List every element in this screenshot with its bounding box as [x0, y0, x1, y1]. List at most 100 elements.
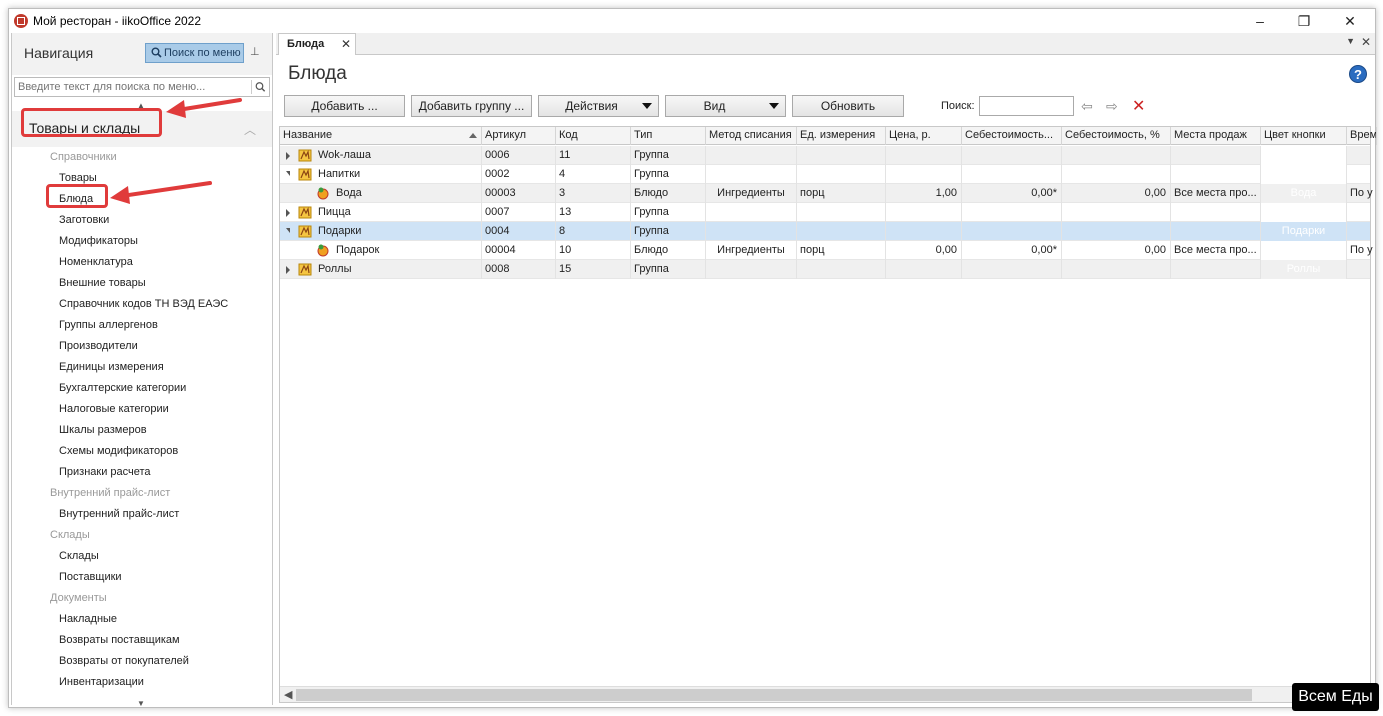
- nav-item[interactable]: Инвентаризации: [59, 676, 144, 688]
- column-header[interactable]: Название: [280, 127, 482, 145]
- group-folder-icon: [298, 168, 312, 181]
- table-row[interactable]: Пицца 0007 13 Группа: [280, 203, 1377, 222]
- cell-cost: [962, 165, 1062, 184]
- name-text: Подарок: [336, 244, 380, 256]
- nav-group-label: Склады: [50, 529, 90, 541]
- column-header[interactable]: Цвет кнопки: [1261, 127, 1347, 145]
- column-header[interactable]: Врем: [1347, 127, 1377, 145]
- tab-close-icon[interactable]: ✕: [341, 37, 351, 51]
- nav-item[interactable]: Внутренний прайс-лист: [59, 508, 179, 520]
- search-input[interactable]: [979, 96, 1074, 116]
- nav-item[interactable]: Схемы модификаторов: [59, 445, 178, 457]
- tab-dishes[interactable]: Блюда ✕: [278, 33, 356, 55]
- close-tab-icon[interactable]: ✕: [1361, 35, 1371, 49]
- nav-item[interactable]: Накладные: [59, 613, 117, 625]
- cell-cost_pct: [1062, 203, 1171, 222]
- minimize-button[interactable]: –: [1245, 11, 1275, 31]
- cell-time: [1347, 260, 1377, 279]
- column-header[interactable]: Цена, р.: [886, 127, 962, 145]
- previous-arrow-icon[interactable]: ⇦: [1081, 98, 1093, 115]
- cell-cost_pct: [1062, 146, 1171, 165]
- maximize-button[interactable]: ❐: [1289, 11, 1319, 31]
- table-row[interactable]: Вода 00003 3 Блюдо Ингредиенты порц 1,00 0,00* 0…: [280, 184, 1377, 203]
- nav-item[interactable]: Модификаторы: [59, 235, 138, 247]
- cell-code: 11: [556, 146, 631, 165]
- cell-code: 15: [556, 260, 631, 279]
- table-row[interactable]: Напитки 0002 4 Группа: [280, 165, 1377, 184]
- nav-item[interactable]: Налоговые категории: [59, 403, 169, 415]
- nav-item[interactable]: Номенклатура: [59, 256, 133, 268]
- scroll-left-icon[interactable]: ◀: [284, 688, 292, 701]
- cell-article: 00004: [482, 241, 556, 260]
- next-arrow-icon[interactable]: ⇨: [1106, 98, 1118, 115]
- title-bar: Мой ресторан - iikoOffice 2022 – ❐ ✕: [9, 9, 1375, 33]
- column-header-label: Тип: [634, 129, 653, 141]
- column-header[interactable]: Ед. измерения: [797, 127, 886, 145]
- nav-item[interactable]: Бухгалтерские категории: [59, 382, 186, 394]
- nav-item[interactable]: Справочник кодов ТН ВЭД ЕАЭС: [59, 298, 228, 310]
- column-header[interactable]: Тип: [631, 127, 706, 145]
- cell-cost_pct: 0,00: [1062, 241, 1171, 260]
- cell-places: [1171, 260, 1261, 279]
- chevron-down-icon: [769, 103, 779, 109]
- cell-unit: [797, 146, 886, 165]
- expand-closed-icon[interactable]: [286, 152, 290, 160]
- dishes-grid: Название Артикул Код Тип Метод списания Ед. и…: [279, 126, 1377, 703]
- nav-item[interactable]: Возвраты поставщикам: [59, 634, 180, 646]
- cell-price: [886, 165, 962, 184]
- menu-search-button[interactable]: Поиск по меню: [145, 43, 244, 63]
- nav-item[interactable]: Группы аллергенов: [59, 319, 158, 331]
- expand-closed-icon[interactable]: [286, 266, 290, 274]
- add-group-button[interactable]: Добавить группу ...: [411, 95, 532, 117]
- column-header[interactable]: Себестоимость, %: [1062, 127, 1171, 145]
- refresh-button[interactable]: Обновить: [792, 95, 904, 117]
- clear-search-icon[interactable]: ✕: [1132, 96, 1145, 116]
- cell-unit: [797, 222, 886, 241]
- nav-item[interactable]: Поставщики: [59, 571, 122, 583]
- column-header[interactable]: Артикул: [482, 127, 556, 145]
- add-button[interactable]: Добавить ...: [284, 95, 405, 117]
- nav-item[interactable]: Единицы измерения: [59, 361, 164, 373]
- nav-item[interactable]: Возвраты от покупателей: [59, 655, 189, 667]
- nav-header: Навигация Поиск по меню ⊥: [12, 33, 272, 75]
- actions-dropdown[interactable]: Действия: [538, 95, 659, 117]
- pin-icon[interactable]: ⊥: [250, 45, 260, 58]
- view-dropdown[interactable]: Вид: [665, 95, 786, 117]
- nav-item[interactable]: Признаки расчета: [59, 466, 151, 478]
- collapse-icon[interactable]: ︿: [244, 121, 256, 138]
- cell-btn_color: Вода: [1261, 184, 1347, 203]
- expand-open-icon[interactable]: [286, 228, 290, 233]
- cell-method: [706, 203, 797, 222]
- nav-search-field[interactable]: [14, 77, 270, 97]
- table-row[interactable]: Подарки 0004 8 Группа Подарки: [280, 222, 1377, 241]
- column-header[interactable]: Себестоимость...: [962, 127, 1062, 145]
- nav-group-label: Внутренний прайс-лист: [50, 487, 171, 499]
- horizontal-scrollbar[interactable]: ◀: [280, 686, 1370, 702]
- nav-item[interactable]: Склады: [59, 550, 99, 562]
- help-icon[interactable]: ?: [1349, 65, 1367, 83]
- nav-search-input[interactable]: [15, 78, 249, 96]
- nav-item[interactable]: Производители: [59, 340, 138, 352]
- close-button[interactable]: ✕: [1335, 11, 1365, 31]
- cell-type: Группа: [631, 260, 706, 279]
- cell-article: 00003: [482, 184, 556, 203]
- nav-item[interactable]: Товары: [59, 172, 97, 184]
- expand-closed-icon[interactable]: [286, 209, 290, 217]
- column-header[interactable]: Места продаж: [1171, 127, 1261, 145]
- search-icon[interactable]: [251, 80, 267, 94]
- nav-item[interactable]: Заготовки: [59, 214, 109, 226]
- table-row[interactable]: Wok-лаша 0006 11 Группа Wok-лаша: [280, 146, 1377, 165]
- cell-time: [1347, 146, 1377, 165]
- tab-list-icon[interactable]: ▼: [1346, 36, 1355, 46]
- table-row[interactable]: Подарок 00004 10 Блюдо Ингредиенты порц 0,00 0,…: [280, 241, 1377, 260]
- scrollbar-thumb[interactable]: [296, 689, 1252, 701]
- column-header[interactable]: Метод списания: [706, 127, 797, 145]
- nav-item[interactable]: Внешние товары: [59, 277, 146, 289]
- column-header[interactable]: Код: [556, 127, 631, 145]
- table-row[interactable]: Роллы 0008 15 Группа Роллы: [280, 260, 1377, 279]
- name-cell: Подарки: [280, 222, 482, 241]
- cell-cost_pct: [1062, 260, 1171, 279]
- nav-scroll-down-icon[interactable]: ▼: [137, 699, 145, 708]
- expand-open-icon[interactable]: [286, 171, 290, 176]
- nav-item[interactable]: Шкалы размеров: [59, 424, 147, 436]
